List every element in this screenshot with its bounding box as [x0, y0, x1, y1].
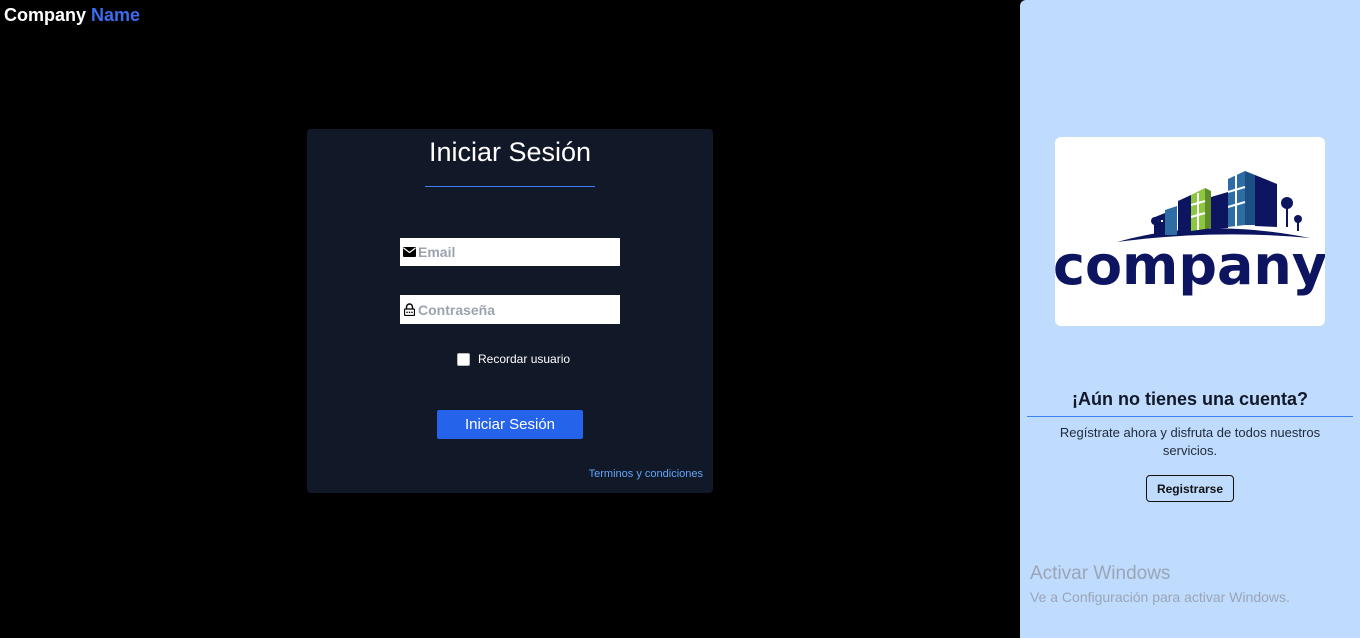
- company-building-logo: company: [1053, 171, 1327, 297]
- title-divider: [425, 186, 595, 187]
- company-logo: company: [1053, 137, 1327, 326]
- login-card: Iniciar Sesión Email Recordar usuario In…: [307, 129, 713, 493]
- envelope-icon: [400, 247, 418, 257]
- page: Company Name Iniciar Sesión Email Record…: [0, 0, 1360, 638]
- email-field[interactable]: [400, 238, 620, 266]
- login-title: Iniciar Sesión: [428, 137, 592, 167]
- password-field[interactable]: [400, 295, 620, 324]
- brand-part-name: Name: [91, 5, 141, 25]
- email-input[interactable]: [418, 244, 608, 260]
- signup-description: Regístrate ahora y disfruta de todos nue…: [1059, 425, 1321, 458]
- panel-divider: [1027, 416, 1353, 417]
- terms-link[interactable]: Terminos y condiciones: [589, 468, 703, 480]
- logo-wordmark: company: [1055, 234, 1325, 297]
- register-button[interactable]: Registrarse: [1146, 475, 1234, 502]
- brand-part-company: Company: [4, 5, 87, 25]
- remember-checkbox[interactable]: [457, 352, 470, 366]
- register-panel: company ¡Aún no tienes una cuenta? Regís…: [1020, 0, 1360, 638]
- brand-title: Company Name: [4, 5, 140, 26]
- lock-icon: [400, 303, 418, 316]
- login-button[interactable]: Iniciar Sesión: [437, 410, 583, 439]
- activation-watermark-subtitle: Ve a Configuración para activar Windows.: [1030, 589, 1290, 605]
- signup-question: ¡Aún no tienes una cuenta?: [1071, 389, 1308, 409]
- activation-watermark-title: Activar Windows: [1030, 563, 1171, 584]
- remember-user-option[interactable]: Recordar usuario: [457, 352, 570, 366]
- password-input[interactable]: [418, 301, 608, 318]
- remember-label: Recordar usuario: [478, 352, 571, 366]
